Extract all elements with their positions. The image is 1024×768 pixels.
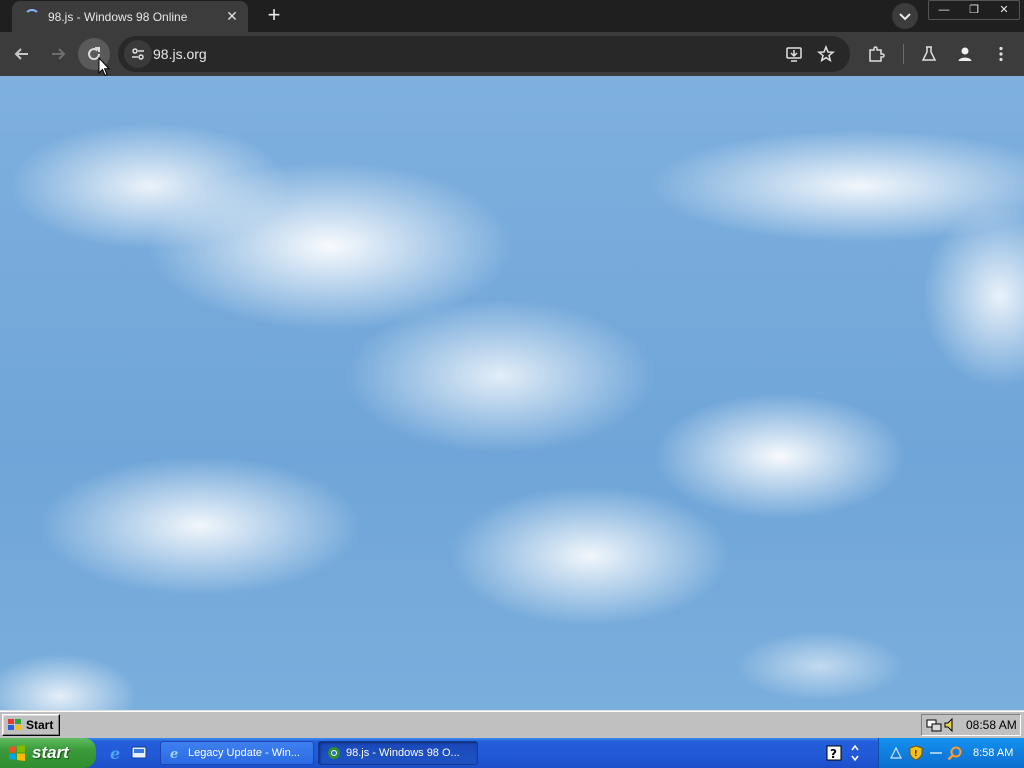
extensions-button[interactable]	[860, 38, 892, 70]
browser-toolbar: 98.js.org	[0, 32, 1024, 76]
win98-system-tray: 08:58 AM	[921, 714, 1021, 736]
bookmark-button[interactable]	[816, 44, 836, 64]
kebab-icon	[999, 46, 1003, 62]
flask-icon	[921, 46, 937, 61]
tab-strip: 98.js - Windows 98 Online ✕ + — ❐ ✕	[0, 0, 1024, 32]
xp-taskbar: start e e Legacy Update - Win... 98.js -…	[0, 738, 1024, 768]
restore-button[interactable]: ❐	[959, 1, 989, 19]
help-icon[interactable]: ?	[826, 745, 842, 761]
new-tab-button[interactable]: +	[262, 4, 286, 28]
xp-clock: 8:58 AM	[973, 747, 1014, 759]
language-toggle-icon[interactable]	[850, 744, 860, 762]
tab-title: 98.js - Windows 98 Online	[48, 9, 188, 24]
security-shield-icon[interactable]: !	[909, 745, 923, 761]
windows-logo-icon	[9, 745, 25, 761]
connection-tray-icon[interactable]	[929, 746, 943, 760]
volume-icon[interactable]	[944, 717, 958, 733]
internet-explorer-icon: e	[170, 747, 178, 760]
win98-start-label: Start	[26, 718, 54, 732]
chevron-down-icon	[899, 13, 911, 21]
mouse-pointer-icon	[98, 57, 110, 77]
url-text[interactable]: 98.js.org	[153, 46, 207, 62]
windows-flag-icon	[8, 719, 21, 730]
xp-task-label: 98.js - Windows 98 O...	[346, 747, 460, 759]
xp-task-label: Legacy Update - Win...	[188, 747, 300, 759]
forward-button[interactable]	[42, 38, 74, 70]
show-desktop-icon[interactable]	[130, 744, 148, 762]
tune-icon	[132, 48, 144, 60]
win98-start-button[interactable]: Start	[2, 714, 60, 736]
site-info-button[interactable]	[124, 40, 152, 68]
xp-task-legacy-update[interactable]: e Legacy Update - Win...	[160, 741, 314, 765]
close-window-button[interactable]: ✕	[989, 1, 1019, 19]
install-app-button[interactable]	[784, 44, 804, 64]
person-icon	[958, 47, 972, 61]
puzzle-icon	[869, 46, 885, 62]
star-icon	[817, 45, 835, 63]
loading-spinner-icon	[24, 8, 40, 25]
toolbar-separator	[903, 44, 904, 64]
svg-text:?: ?	[830, 747, 837, 761]
xp-system-tray: ! 8:58 AM	[878, 738, 1024, 768]
close-tab-icon[interactable]: ✕	[224, 8, 240, 25]
search-tray-icon[interactable]	[947, 745, 963, 761]
xp-start-label: start	[32, 743, 69, 762]
tab-search-button[interactable]	[892, 3, 918, 29]
network-icon[interactable]	[926, 717, 942, 733]
address-bar[interactable]: 98.js.org	[118, 36, 850, 72]
window-controls: — ❐ ✕	[928, 0, 1020, 20]
win98-taskbar: Start 08:58 AM	[0, 710, 1024, 738]
browser-menu-button[interactable]	[985, 38, 1017, 70]
xp-task-98js[interactable]: 98.js - Windows 98 O...	[318, 741, 478, 765]
win98-clock: 08:58 AM	[966, 718, 1017, 732]
internet-explorer-icon[interactable]: e	[108, 744, 126, 762]
svg-text:!: !	[914, 749, 918, 758]
network-tray-icon[interactable]	[889, 746, 903, 760]
back-button[interactable]	[6, 38, 38, 70]
arrow-left-icon	[14, 48, 28, 60]
labs-button[interactable]	[913, 38, 945, 70]
win98-desktop[interactable]	[0, 76, 1024, 710]
svg-text:e: e	[110, 744, 120, 762]
arrow-right-icon	[52, 48, 66, 60]
install-app-icon	[786, 47, 802, 62]
minimize-button[interactable]: —	[929, 1, 959, 19]
svg-text:e: e	[170, 747, 178, 760]
xp-start-button[interactable]: start	[0, 738, 96, 768]
profile-button[interactable]	[949, 38, 981, 70]
browser-tab[interactable]: 98.js - Windows 98 Online ✕	[12, 1, 248, 32]
chrome-icon	[328, 747, 340, 759]
